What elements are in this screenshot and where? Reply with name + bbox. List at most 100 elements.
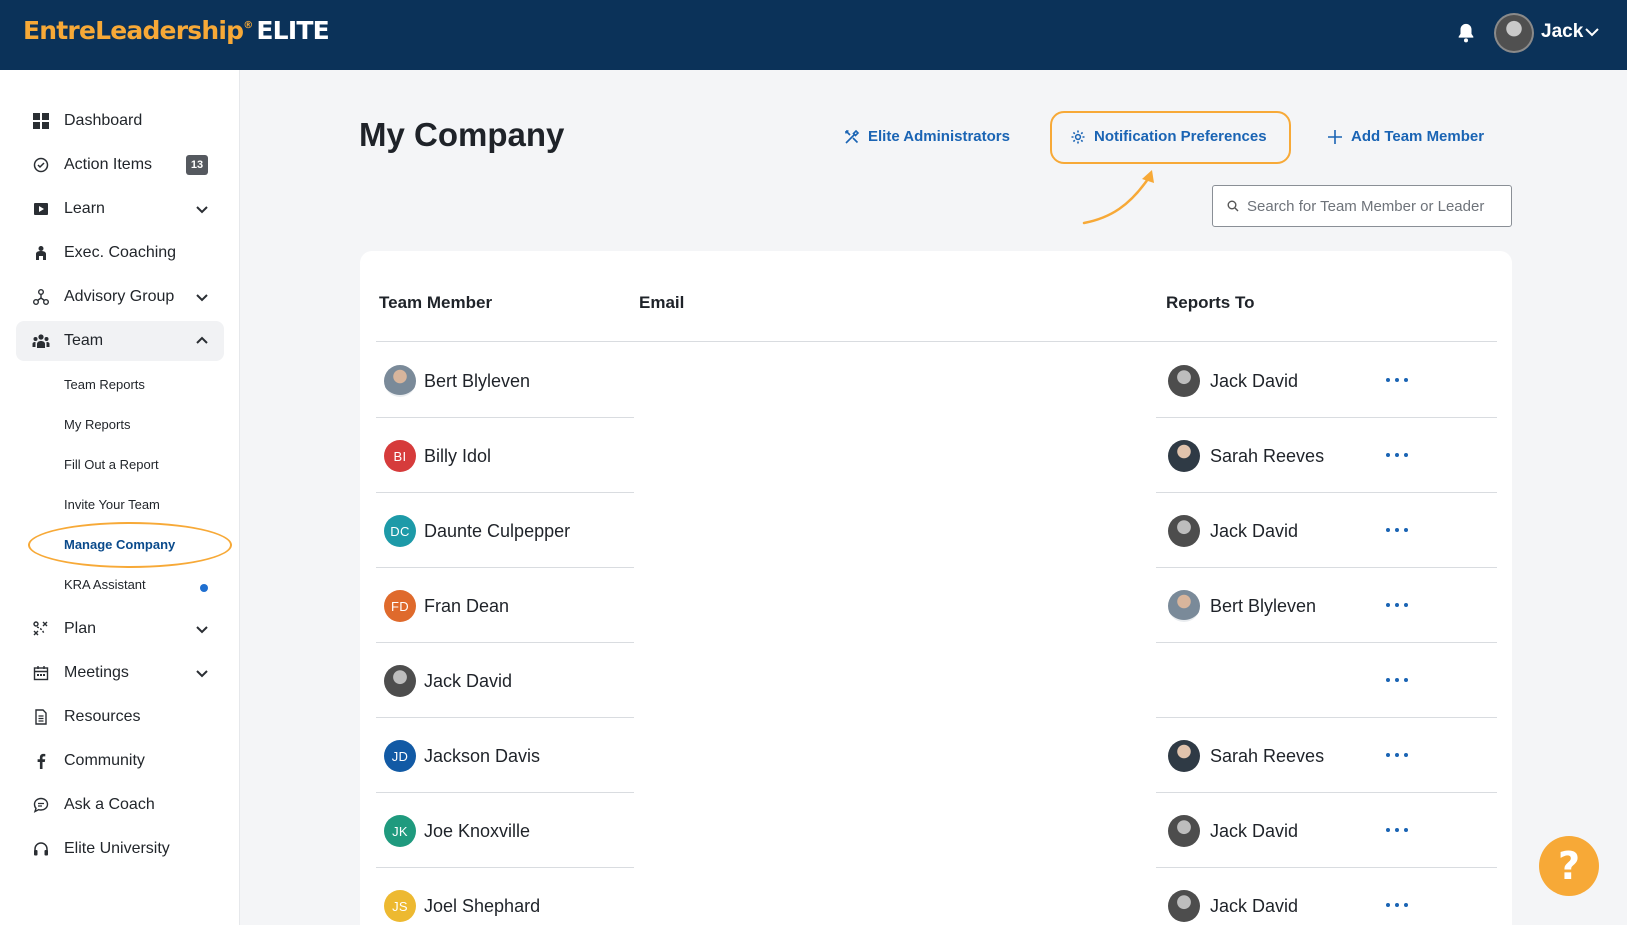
- avatar: FD: [384, 590, 416, 622]
- bell-icon[interactable]: [1455, 21, 1477, 45]
- avatar: BI: [384, 440, 416, 472]
- chevron-down-icon: [196, 626, 208, 634]
- member-name[interactable]: Billy Idol: [424, 446, 491, 467]
- help-button[interactable]: ?: [1539, 836, 1599, 896]
- gear-icon: [1071, 130, 1085, 143]
- more-options-button[interactable]: [1386, 898, 1408, 912]
- highlight-ring: [28, 522, 232, 568]
- column-header-email[interactable]: Email: [639, 293, 684, 313]
- member-name[interactable]: Fran Dean: [424, 596, 509, 617]
- chevron-down-icon[interactable]: [1584, 24, 1600, 40]
- sidebar-item-label: Elite University: [64, 840, 170, 857]
- avatar: JD: [384, 740, 416, 772]
- sidebar-subitem-fill-out-report[interactable]: Fill Out a Report: [64, 457, 159, 472]
- avatar: [384, 365, 416, 397]
- member-name[interactable]: Daunte Culpepper: [424, 521, 570, 542]
- more-options-button[interactable]: [1386, 448, 1408, 462]
- sidebar-item-label: Action Items: [64, 156, 153, 173]
- table-header-divider: [376, 341, 1497, 342]
- table-row[interactable]: FD Fran Dean Bert Blyleven: [376, 568, 1497, 643]
- sidebar-subitem-my-reports[interactable]: My Reports: [64, 417, 130, 432]
- avatar: [1168, 890, 1200, 922]
- sidebar-item-elite-university[interactable]: Elite University: [16, 829, 224, 869]
- user-avatar[interactable]: [1494, 13, 1534, 53]
- sidebar-item-label: Dashboard: [64, 112, 143, 129]
- add-team-member-link[interactable]: Add Team Member: [1327, 128, 1484, 145]
- sidebar-subitem-kra-assistant[interactable]: KRA Assistant: [64, 577, 146, 592]
- sidebar-item-team[interactable]: Team: [16, 321, 224, 361]
- sidebar-item-label: Team: [64, 332, 104, 349]
- sidebar-item-resources[interactable]: Resources: [16, 697, 224, 737]
- reports-to-name: Sarah Reeves: [1210, 746, 1325, 766]
- reports-to-name: Jack David: [1210, 521, 1299, 541]
- more-options-button[interactable]: [1386, 523, 1408, 537]
- team-icon: [32, 332, 50, 350]
- avatar: [1168, 515, 1200, 547]
- network-icon: [32, 288, 50, 306]
- sidebar-item-ask-a-coach[interactable]: Ask a Coach: [16, 785, 224, 825]
- notification-preferences-link[interactable]: Notification Preferences: [1070, 128, 1267, 145]
- user-name[interactable]: Jack: [1541, 21, 1583, 43]
- sidebar-item-plan[interactable]: Plan: [16, 609, 224, 649]
- sidebar-item-label: Exec. Coaching: [64, 244, 177, 261]
- member-name[interactable]: Jack David: [424, 671, 512, 692]
- table-row[interactable]: BI Billy Idol Sarah Reeves: [376, 418, 1497, 493]
- table-row[interactable]: JD Jackson Davis Sarah Reeves: [376, 718, 1497, 793]
- table-row[interactable]: JS Joel Shephard Jack David: [376, 868, 1497, 925]
- member-name[interactable]: Jackson Davis: [424, 746, 540, 767]
- sidebar-item-meetings[interactable]: Meetings: [16, 653, 224, 693]
- chat-icon: [32, 796, 50, 814]
- more-options-button[interactable]: [1386, 823, 1408, 837]
- sidebar-item-exec-coaching[interactable]: Exec. Coaching: [16, 233, 224, 273]
- search-icon: [1227, 200, 1239, 212]
- headset-icon: [32, 840, 50, 858]
- more-options-button[interactable]: [1386, 748, 1408, 762]
- reports-to-name: Jack David: [1210, 896, 1299, 916]
- sidebar-item-dashboard[interactable]: Dashboard: [16, 101, 224, 141]
- avatar: [1168, 365, 1200, 397]
- member-name[interactable]: Joe Knoxville: [424, 821, 530, 842]
- reports-to-name: Bert Blyleven: [1210, 596, 1317, 616]
- sidebar-item-label: Plan: [64, 620, 97, 637]
- tools-icon: [845, 129, 860, 144]
- avatar: DC: [384, 515, 416, 547]
- check-circle-icon: [32, 156, 50, 174]
- search-field[interactable]: [1212, 185, 1512, 227]
- elite-administrators-link[interactable]: Elite Administrators: [844, 128, 1010, 145]
- more-options-button[interactable]: [1386, 673, 1408, 687]
- sidebar-item-community[interactable]: Community: [16, 741, 224, 781]
- sidebar-subitem-invite-team[interactable]: Invite Your Team: [64, 497, 160, 512]
- sidebar-item-label: Community: [64, 752, 145, 769]
- table-row[interactable]: DC Daunte Culpepper Jack David: [376, 493, 1497, 568]
- member-name[interactable]: Joel Shephard: [424, 896, 540, 917]
- avatar: [1168, 740, 1200, 772]
- sidebar-item-advisory-group[interactable]: Advisory Group: [16, 277, 224, 317]
- top-bar: EntreLeadership® ELITE Jack: [0, 0, 1627, 70]
- sidebar-item-learn[interactable]: Learn: [16, 189, 224, 229]
- more-options-button[interactable]: [1386, 598, 1408, 612]
- reports-to-name: Jack David: [1210, 821, 1299, 841]
- member-name[interactable]: Bert Blyleven: [424, 371, 530, 392]
- table-row[interactable]: JK Joe Knoxville Jack David: [376, 793, 1497, 868]
- column-header-reports-to[interactable]: Reports To: [1166, 293, 1254, 313]
- logo[interactable]: EntreLeadership® ELITE: [23, 16, 330, 45]
- new-indicator-dot: [200, 584, 208, 592]
- play-icon: [32, 200, 50, 218]
- reports-to-name: Jack David: [1210, 371, 1299, 391]
- table-row[interactable]: Bert Blyleven Jack David: [376, 343, 1497, 418]
- avatar: JK: [384, 815, 416, 847]
- chevron-down-icon: [196, 670, 208, 678]
- plan-icon: [32, 620, 50, 638]
- chevron-down-icon: [196, 206, 208, 214]
- table-row[interactable]: Jack David: [376, 643, 1497, 718]
- more-options-button[interactable]: [1386, 373, 1408, 387]
- sidebar-item-label: Learn: [64, 200, 105, 217]
- column-header-team-member[interactable]: Team Member: [379, 293, 492, 313]
- search-input[interactable]: [1247, 197, 1507, 215]
- sidebar-item-label: Resources: [64, 708, 141, 725]
- sidebar-subitem-team-reports[interactable]: Team Reports: [64, 377, 145, 392]
- chevron-up-icon: [196, 336, 208, 344]
- sidebar-item-label: Ask a Coach: [64, 796, 155, 813]
- sidebar-item-label: Meetings: [64, 664, 129, 681]
- coaching-icon: [32, 244, 50, 262]
